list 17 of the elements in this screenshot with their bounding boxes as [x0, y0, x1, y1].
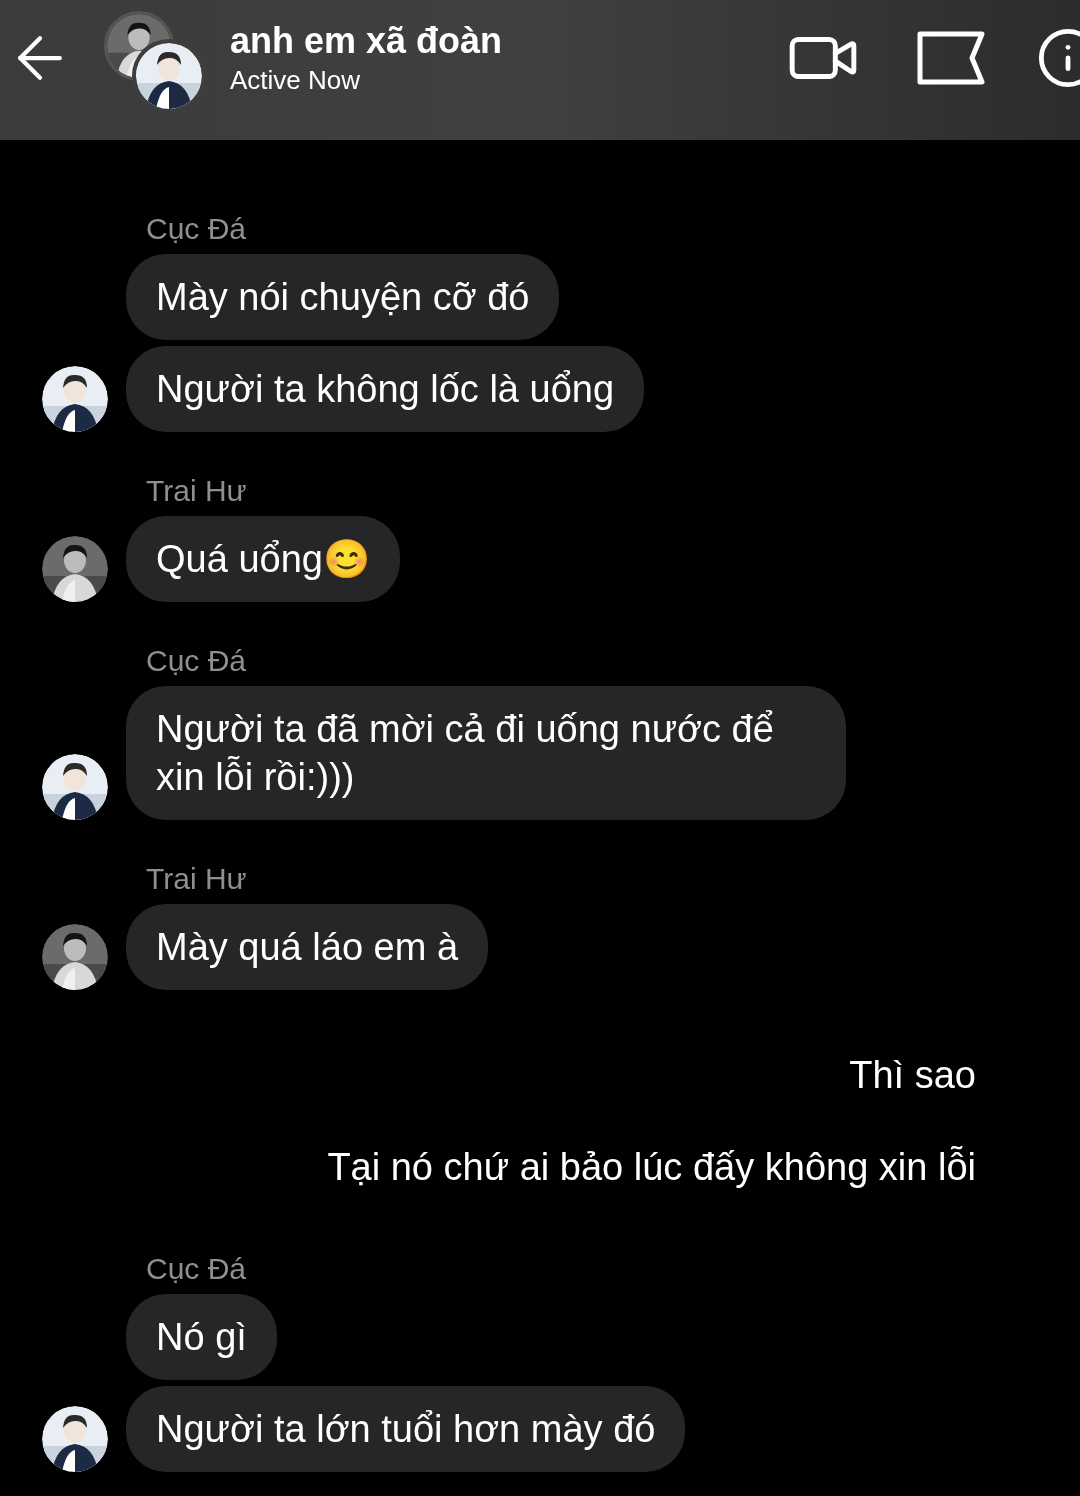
sender-name: Trai Hư: [146, 474, 248, 508]
active-status: Active Now: [230, 64, 362, 97]
sender-name: Cục Đá: [146, 1252, 248, 1286]
sender-name: Cục Đá: [146, 212, 248, 246]
sent-message: Tại nó chứ ai bảo lúc đấy không xin lỗi: [327, 1145, 976, 1190]
message-bubble: Nó gì: [126, 1294, 277, 1380]
sender-name: Cục Đá: [146, 644, 248, 678]
message-bubble: Người ta lớn tuổi hơn mày đó: [126, 1386, 686, 1472]
message-bubble: Người ta đã mời cả đi uống nước để xin lỗi rồi:))): [126, 686, 846, 820]
message-bubble: Mày quá láo em à: [126, 904, 489, 990]
chat-title: anh em xã đoàn: [230, 19, 503, 63]
message-bubble: Quá uổng😊: [126, 516, 400, 602]
message-bubble: Mày nói chuyện cỡ đó: [126, 254, 560, 340]
message-bubble: Người ta không lốc là uổng: [126, 346, 645, 432]
sent-message: Thì sao: [849, 1053, 976, 1098]
flag-icon[interactable]: [916, 30, 986, 86]
sender-name: Trai Hư: [146, 862, 248, 896]
